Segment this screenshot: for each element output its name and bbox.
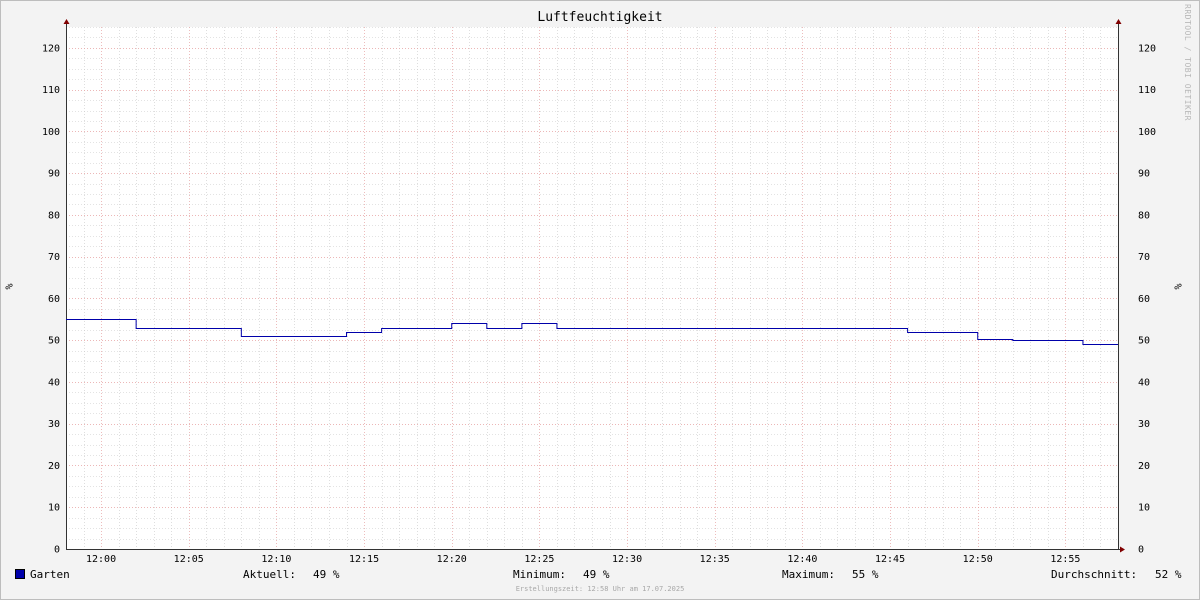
x-tick-label: 12:50 [963, 554, 993, 565]
y-tick-label-left: 110 [42, 85, 60, 96]
y-tick-label-right: 80 [1138, 210, 1150, 221]
legend-max-value: 55 % [852, 568, 879, 581]
y-tick-label-left: 80 [48, 210, 60, 221]
legend-swatch [15, 569, 25, 579]
y-tick-label-left: 120 [42, 43, 60, 54]
legend: Garten Aktuell: 49 % Minimum: 49 % Maxim… [0, 568, 1200, 584]
x-tick-label: 12:10 [261, 554, 291, 565]
x-tick-label: 12:35 [700, 554, 730, 565]
y-tick-label-right: 100 [1138, 127, 1156, 138]
y-tick-label-left: 50 [48, 336, 60, 347]
y-tick-label-right: 20 [1138, 461, 1150, 472]
y-axis-arrow-left [63, 19, 70, 24]
y-tick-label-right: 90 [1138, 169, 1150, 180]
x-axis-arrow [1120, 546, 1125, 553]
y-tick-label-left: 90 [48, 169, 60, 180]
y-tick-label-right: 120 [1138, 43, 1156, 54]
legend-avg-label: Durchschnitt: [1051, 568, 1138, 581]
y-axis-arrow-right [1115, 19, 1122, 24]
x-tick-label: 12:05 [174, 554, 204, 565]
y-tick-label-right: 40 [1138, 377, 1150, 388]
x-tick-label: 12:20 [437, 554, 467, 565]
y-tick-label-left: 30 [48, 419, 60, 430]
x-tick-label: 12:55 [1050, 554, 1080, 565]
legend-current-label: Aktuell: [243, 568, 296, 581]
y-tick-label-right: 10 [1138, 503, 1150, 514]
y-tick-label-left: 100 [42, 127, 60, 138]
legend-series-name: Garten [30, 568, 70, 581]
y-tick-label-left: 20 [48, 461, 60, 472]
x-tick-label: 12:00 [86, 554, 116, 565]
legend-min-label: Minimum: [513, 568, 566, 581]
y-tick-label-right: 50 [1138, 336, 1150, 347]
x-tick-label: 12:15 [349, 554, 379, 565]
legend-current-value: 49 % [313, 568, 340, 581]
x-tick-label: 12:25 [524, 554, 554, 565]
x-tick-label: 12:40 [787, 554, 817, 565]
creation-time: Erstellungszeit: 12:58 Uhr am 17.07.2025 [515, 585, 685, 593]
y-tick-label-right: 60 [1138, 294, 1150, 305]
y-tick-label-right: 0 [1138, 545, 1144, 556]
legend-max-label: Maximum: [782, 568, 835, 581]
y-tick-label-left: 40 [48, 377, 60, 388]
x-tick-label: 12:30 [612, 554, 642, 565]
y-tick-label-left: 0 [54, 545, 60, 556]
y-tick-label-right: 110 [1138, 85, 1156, 96]
y-tick-label-right: 30 [1138, 419, 1150, 430]
chart-svg: 0 0 10 10 20 20 30 30 40 40 50 50 60 60 70 70 80 80 90 90 10… [42, 19, 1156, 565]
y-tick-label-left: 10 [48, 503, 60, 514]
y-tick-label-left: 60 [48, 294, 60, 305]
y-tick-label-right: 70 [1138, 252, 1150, 263]
legend-avg-value: 52 % [1155, 568, 1182, 581]
y-tick-label-left: 70 [48, 252, 60, 263]
x-tick-label: 12:45 [875, 554, 905, 565]
legend-min-value: 49 % [583, 568, 610, 581]
